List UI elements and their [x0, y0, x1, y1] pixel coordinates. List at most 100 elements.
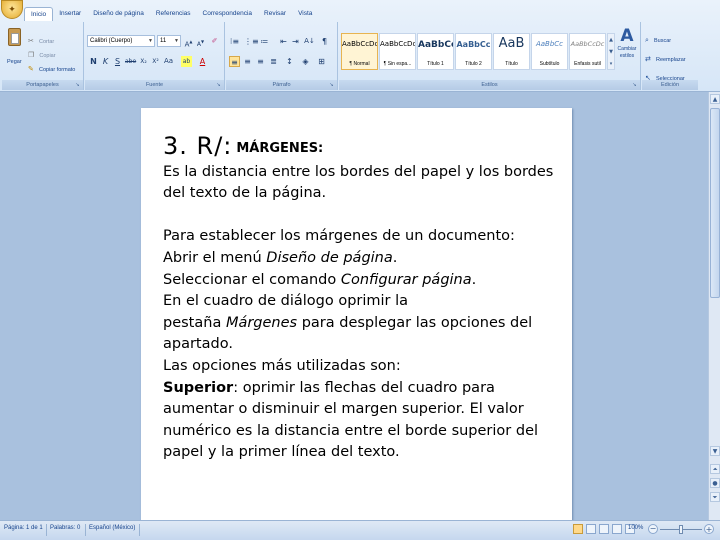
zoom-in-icon[interactable]: + — [704, 524, 714, 534]
shrink-font-icon[interactable]: A▼ — [195, 36, 206, 48]
sort-icon[interactable]: A↓ — [304, 36, 315, 47]
font-launcher-icon[interactable]: ↘ — [215, 82, 222, 89]
step-2-italic: Configurar página — [340, 271, 472, 288]
font-name-combo[interactable]: Calibri (Cuerpo) ▼ — [87, 35, 155, 47]
outline-view-icon[interactable] — [612, 524, 622, 534]
style-sample: AaBbCcDc — [570, 40, 605, 48]
superior-line-3: numérico es la distancia entre el borde … — [163, 422, 539, 439]
brush-icon: ✎ — [28, 65, 34, 73]
strikethrough-icon[interactable]: abe — [125, 56, 136, 67]
clipboard-group-label: Portapapeles — [2, 80, 83, 90]
styles-scroll-icon[interactable]: ▲ ▼ ▾ — [607, 33, 615, 70]
replace-button[interactable]: ⇄ Reemplazar — [645, 46, 686, 65]
grow-font-icon[interactable]: A▲ — [183, 36, 194, 48]
find-button[interactable]: ⌕ Buscar — [645, 27, 671, 46]
web-layout-icon[interactable] — [599, 524, 609, 534]
office-button[interactable]: ✦ — [1, 0, 23, 19]
scroll-up-icon[interactable]: ▲ — [710, 94, 720, 104]
format-painter-label: Copiar formato — [38, 67, 76, 73]
zoom-out-icon[interactable]: − — [648, 524, 658, 534]
tab-inicio[interactable]: Inicio — [24, 7, 54, 21]
zoom-slider-thumb[interactable] — [679, 525, 683, 534]
document-body[interactable]: 3. R/: MÁRGENES: Es la distancia entre lo… — [163, 134, 563, 464]
style-name: ¶ Sin espa... — [383, 61, 412, 67]
numbering-icon[interactable]: ⋮≡ — [244, 36, 259, 47]
change-styles-button[interactable]: A Cambiar estilos — [615, 26, 639, 74]
scroll-down-icon[interactable]: ▼ — [710, 446, 720, 456]
style-name: Título — [505, 61, 518, 67]
bold-icon[interactable]: N — [88, 56, 99, 67]
document-page[interactable]: 3. R/: MÁRGENES: Es la distancia entre lo… — [141, 108, 572, 520]
highlight-icon[interactable]: ab — [181, 56, 192, 67]
superior-text: : oprimir las flechas del cuadro para — [233, 379, 495, 396]
justify-icon[interactable]: ≣ — [268, 56, 279, 67]
superscript-icon[interactable]: X² — [150, 56, 161, 67]
align-center-icon[interactable]: ≡ — [242, 56, 253, 67]
tab-diseno-de-pagina[interactable]: Diseño de página — [87, 7, 150, 21]
tab-insertar[interactable]: Insertar — [53, 7, 87, 21]
style-heading-1[interactable]: AaBbCc Título 1 — [417, 33, 454, 70]
tab-correspondencia[interactable]: Correspondencia — [197, 7, 259, 21]
cut-button[interactable]: ✂ Cortar — [28, 28, 54, 45]
status-divider — [139, 524, 140, 536]
clipboard-launcher-icon[interactable]: ↘ — [74, 82, 81, 89]
word-count[interactable]: Palabras: 0 — [50, 525, 80, 531]
style-subtitle[interactable]: AaBbCc Subtítulo — [531, 33, 568, 70]
change-case-icon[interactable]: Aa — [163, 56, 174, 67]
increase-indent-icon[interactable]: ⇥ — [290, 36, 301, 47]
bullets-icon[interactable]: ⁝≡ — [229, 36, 240, 47]
scroll-thumb[interactable] — [710, 108, 720, 298]
page-count[interactable]: Página: 1 de 1 — [4, 525, 43, 531]
vertical-scrollbar[interactable]: ▲ ▼ ⏶ ● ⏷ — [708, 92, 720, 520]
shading-icon[interactable]: ◈ — [300, 56, 311, 67]
paragraph-group: ⁝≡ ⋮≡ ≔ ⇤ ⇥ A↓ ¶ ≡ ≡ ≡ ≣ ↕ ◈ ⊞ Párrafo ↘ — [226, 22, 338, 90]
show-marks-icon[interactable]: ¶ — [319, 36, 330, 47]
paste-button[interactable]: Pegar — [5, 26, 25, 66]
tab-referencias[interactable]: Referencias — [150, 7, 197, 21]
font-size-value: 11 — [160, 38, 167, 44]
subscript-icon[interactable]: X₂ — [138, 56, 149, 67]
tab-vista[interactable]: Vista — [292, 7, 318, 21]
style-name: Título 1 — [427, 61, 444, 67]
print-layout-view-icon[interactable] — [573, 524, 583, 534]
style-normal[interactable]: AaBbCcDc ¶ Normal — [341, 33, 378, 70]
style-title[interactable]: AaB Título — [493, 33, 530, 70]
style-heading-2[interactable]: AaBbCc Título 2 — [455, 33, 492, 70]
multilevel-list-icon[interactable]: ≔ — [259, 36, 270, 47]
italic-icon[interactable]: K — [100, 56, 111, 67]
font-color-icon[interactable]: A — [197, 56, 208, 67]
decrease-indent-icon[interactable]: ⇤ — [278, 36, 289, 47]
format-painter-button[interactable]: ✎ Copiar formato — [28, 56, 75, 73]
borders-icon[interactable]: ⊞ — [316, 56, 327, 67]
underline-icon[interactable]: S — [112, 56, 123, 67]
full-screen-reading-icon[interactable] — [586, 524, 596, 534]
line-spacing-icon[interactable]: ↕ — [284, 56, 295, 67]
step-2-text: Seleccionar el comando — [163, 271, 341, 288]
styles-launcher-icon[interactable]: ↘ — [631, 82, 638, 89]
paragraph-group-label: Párrafo — [226, 80, 337, 90]
editing-group: ⌕ Buscar ⇄ Reemplazar ↖ Seleccionar Edic… — [642, 22, 698, 90]
align-right-icon[interactable]: ≡ — [255, 56, 266, 67]
tab-revisar[interactable]: Revisar — [258, 7, 292, 21]
style-sample: AaB — [498, 36, 525, 51]
previous-page-icon[interactable]: ⏶ — [710, 464, 720, 474]
align-left-icon[interactable]: ≡ — [229, 56, 240, 67]
select-browse-object-icon[interactable]: ● — [710, 478, 720, 488]
language[interactable]: Español (México) — [89, 525, 135, 531]
style-name: Subtítulo — [539, 61, 560, 67]
copy-button[interactable]: ❐ Copiar — [28, 42, 56, 59]
step-2: Seleccionar el comando Configurar página… — [163, 270, 563, 292]
style-sample: AaBbCc — [418, 40, 453, 50]
step-4: pestaña Márgenes para desplegar las opci… — [163, 313, 563, 335]
style-no-spacing[interactable]: AaBbCcDc ¶ Sin espa... — [379, 33, 416, 70]
superior-line-2: aumentar o disminuir el margen superior.… — [163, 401, 524, 418]
next-page-icon[interactable]: ⏷ — [710, 492, 720, 502]
clear-format-icon[interactable]: ✐ — [209, 36, 220, 47]
paragraph-launcher-icon[interactable]: ↘ — [328, 82, 335, 89]
ribbon-tabs: Inicio Insertar Diseño de página Referen… — [24, 7, 318, 21]
zoom-level[interactable]: 100% — [628, 525, 643, 531]
style-subtle-emphasis[interactable]: AaBbCcDc Énfasis sutil — [569, 33, 606, 70]
find-label: Buscar — [654, 38, 672, 44]
font-size-combo[interactable]: 11 ▼ — [157, 35, 181, 47]
